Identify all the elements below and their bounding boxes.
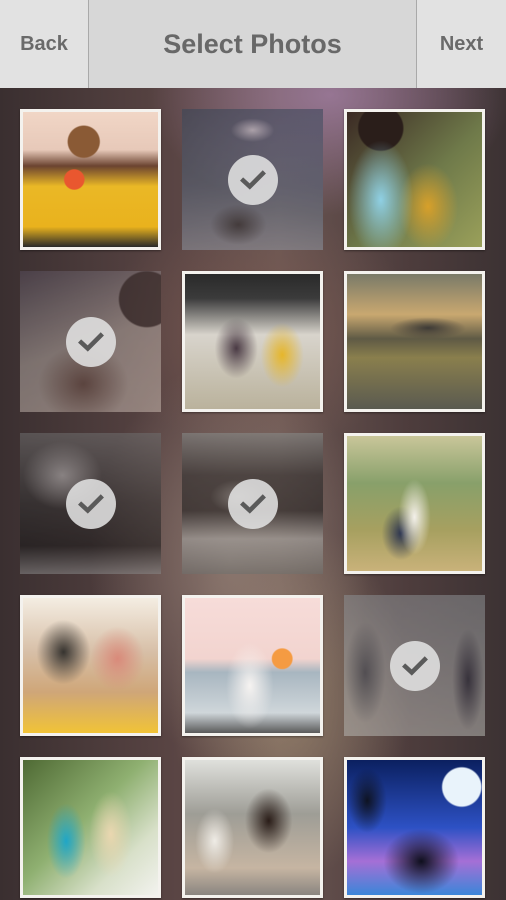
check-mark-icon [239, 493, 266, 514]
selected-badge [227, 478, 278, 529]
photo-tile[interactable] [20, 109, 161, 250]
photo-tile[interactable] [20, 271, 161, 412]
photo-tile[interactable] [344, 757, 485, 898]
photo-tile[interactable] [20, 757, 161, 898]
photo-thumbnail [185, 598, 320, 733]
selected-badge [65, 478, 116, 529]
selected-badge [389, 640, 440, 691]
photo-tile[interactable] [182, 271, 323, 412]
photo-tile[interactable] [344, 433, 485, 574]
top-bar: Back Select Photos Next [0, 0, 506, 88]
photo-thumbnail [347, 274, 482, 409]
selected-badge [65, 316, 116, 367]
photo-tile[interactable] [182, 757, 323, 898]
photo-thumbnail [185, 274, 320, 409]
back-button[interactable]: Back [0, 0, 89, 88]
photo-tile[interactable] [344, 271, 485, 412]
next-button[interactable]: Next [416, 0, 506, 88]
photo-thumbnail [23, 112, 158, 247]
photo-thumbnail [347, 112, 482, 247]
selected-badge [227, 154, 278, 205]
photo-tile[interactable] [182, 433, 323, 574]
photo-tile[interactable] [182, 109, 323, 250]
photo-tile[interactable] [344, 595, 485, 736]
photo-tile[interactable] [20, 595, 161, 736]
photo-thumbnail [347, 760, 482, 895]
photo-thumbnail [23, 598, 158, 733]
photo-tile[interactable] [20, 433, 161, 574]
check-mark-icon [77, 493, 104, 514]
photo-thumbnail [347, 436, 482, 571]
page-title: Select Photos [89, 0, 416, 88]
check-mark-icon [77, 331, 104, 352]
photo-thumbnail [23, 760, 158, 895]
check-mark-icon [401, 655, 428, 676]
check-mark-icon [239, 169, 266, 190]
photo-tile[interactable] [344, 109, 485, 250]
photo-tile[interactable] [182, 595, 323, 736]
photo-thumbnail [185, 760, 320, 895]
